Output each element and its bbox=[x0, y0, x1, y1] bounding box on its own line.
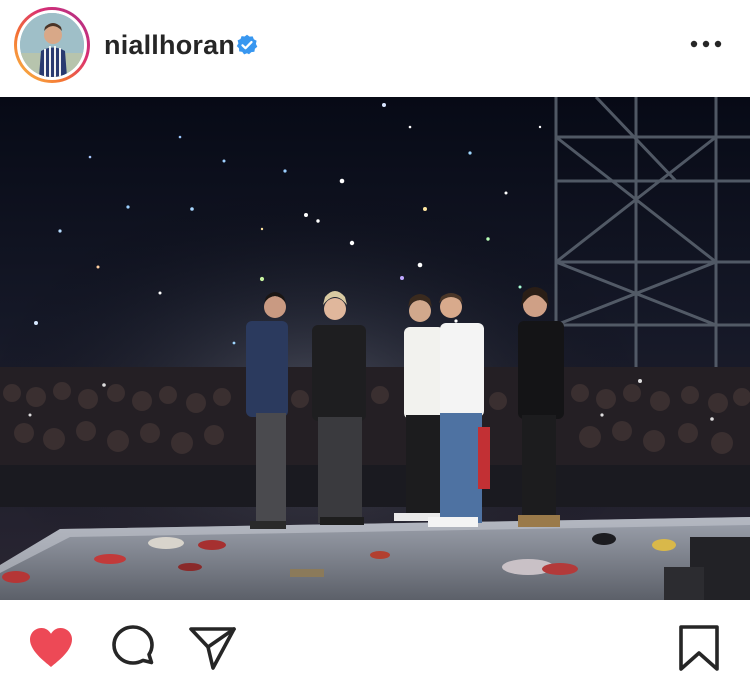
heart-icon[interactable] bbox=[26, 623, 76, 673]
band-member-2 bbox=[312, 291, 366, 525]
concert-stage-photo bbox=[0, 97, 750, 600]
bookmark-icon[interactable] bbox=[674, 623, 724, 673]
more-options-icon[interactable] bbox=[688, 32, 724, 56]
avatar-frame bbox=[17, 10, 87, 80]
avatar-story-ring[interactable] bbox=[14, 7, 90, 83]
avatar[interactable] bbox=[20, 13, 84, 77]
verified-badge-icon bbox=[236, 34, 258, 55]
post-image[interactable] bbox=[0, 97, 750, 600]
avatar-image bbox=[20, 13, 84, 77]
comment-icon[interactable] bbox=[108, 623, 158, 673]
username-link[interactable]: niallhoran bbox=[104, 27, 235, 63]
post-actions bbox=[0, 600, 750, 691]
share-icon[interactable] bbox=[188, 623, 238, 673]
post-header: niallhoran bbox=[0, 0, 750, 97]
